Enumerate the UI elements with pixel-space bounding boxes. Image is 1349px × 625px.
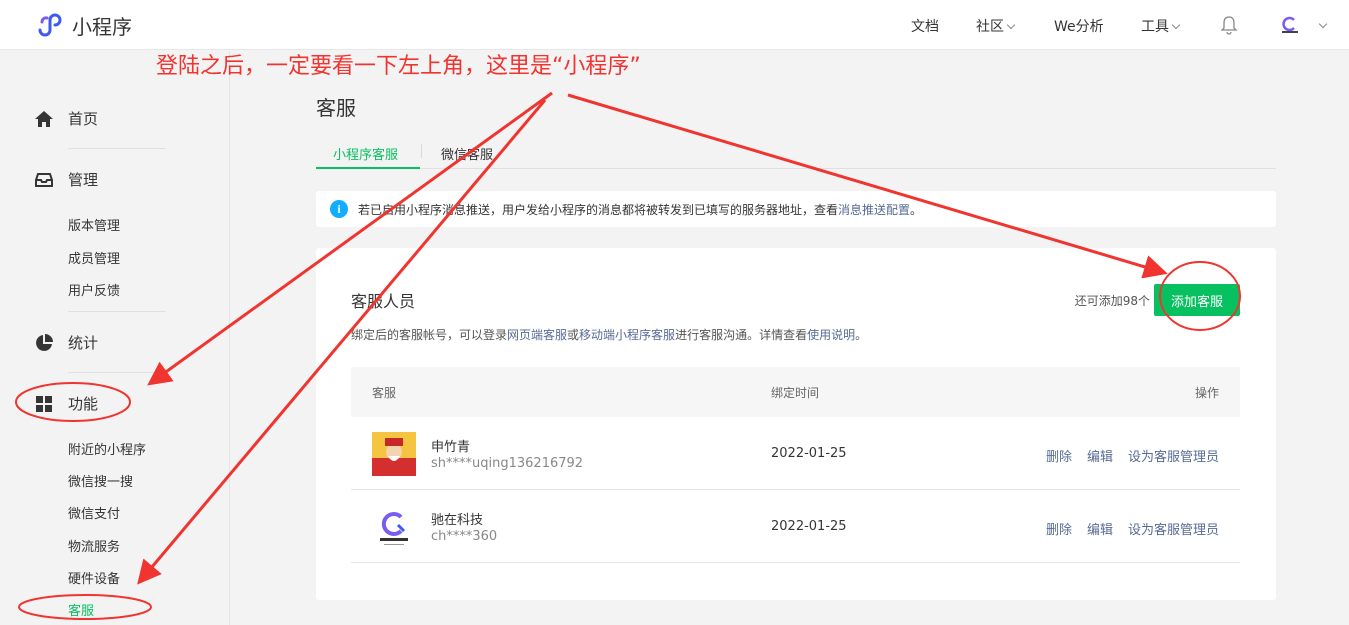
tab-bar: 小程序客服 微信客服 bbox=[316, 138, 1276, 169]
table-row: 申竹青 sh****uqing136216792 2022-01-25 删除 编… bbox=[351, 417, 1240, 490]
nav-we-analysis[interactable]: We分析 bbox=[1054, 16, 1104, 36]
sidebar-item-manage[interactable]: 管理 bbox=[34, 169, 98, 190]
row-name: 驰在科技 bbox=[431, 513, 484, 528]
nav-tools-label: 工具 bbox=[1141, 19, 1169, 35]
cs-table: 客服 绑定时间 操作 申竹青 sh****uqing136216792 2022… bbox=[351, 367, 1240, 563]
page-title: 客服 bbox=[316, 96, 356, 120]
edit-button[interactable]: 编辑 bbox=[1087, 446, 1113, 465]
tab-separator bbox=[421, 144, 422, 158]
header-bind-time: 绑定时间 bbox=[771, 386, 820, 400]
row-actions: 删除 编辑 设为客服管理员 bbox=[1046, 519, 1219, 538]
notice-push-config-link[interactable]: 消息推送配置 bbox=[838, 201, 910, 218]
table-header: 客服 绑定时间 操作 bbox=[351, 367, 1240, 417]
nav-community-label: 社区 bbox=[976, 19, 1004, 35]
nav-tools[interactable]: 工具 bbox=[1141, 16, 1181, 36]
top-bar: 小程序 文档 社区 We分析 工具 bbox=[0, 0, 1349, 50]
delete-button[interactable]: 删除 bbox=[1046, 519, 1072, 538]
sidebar-item-nearby[interactable]: 附近的小程序 bbox=[68, 439, 146, 458]
inbox-icon bbox=[35, 172, 53, 187]
sidebar-item-home[interactable]: 首页 bbox=[34, 108, 98, 129]
app-name: 小程序 bbox=[72, 14, 132, 39]
set-admin-button[interactable]: 设为客服管理员 bbox=[1128, 446, 1219, 465]
info-icon: i bbox=[330, 200, 348, 218]
sidebar-divider bbox=[68, 148, 166, 149]
account-logo-icon bbox=[1282, 16, 1298, 33]
desc-part-4: 。 bbox=[855, 328, 868, 342]
home-icon bbox=[35, 110, 53, 127]
desc-part-3: 进行客服沟通。详情查看 bbox=[675, 328, 808, 342]
card-title: 客服人员 bbox=[351, 292, 416, 311]
web-cs-link[interactable]: 网页端客服 bbox=[507, 328, 567, 342]
active-tab-indicator bbox=[316, 167, 420, 169]
delete-button[interactable]: 删除 bbox=[1046, 446, 1072, 465]
sidebar-divider bbox=[68, 311, 166, 312]
grid-icon bbox=[36, 395, 52, 412]
desc-part-2: 或 bbox=[567, 328, 580, 342]
sidebar-divider bbox=[68, 372, 166, 373]
row-actions: 删除 编辑 设为客服管理员 bbox=[1046, 446, 1219, 465]
table-row: 驰在科技 ch****360 2022-01-25 删除 编辑 设为客服管理员 bbox=[351, 490, 1240, 563]
mobile-cs-link[interactable]: 移动端小程序客服 bbox=[579, 328, 675, 342]
pie-chart-icon bbox=[36, 333, 53, 351]
chevron-down-icon[interactable] bbox=[1318, 19, 1328, 29]
avatar-image-icon bbox=[372, 432, 416, 476]
notice-banner: i 若已启用小程序消息推送，用户发给小程序的消息都将被转发到已填写的服务器地址，… bbox=[316, 191, 1276, 227]
sidebar-item-pay[interactable]: 微信支付 bbox=[68, 503, 120, 522]
sidebar-item-feedback[interactable]: 用户反馈 bbox=[68, 280, 120, 299]
sidebar-item-search[interactable]: 微信搜一搜 bbox=[68, 471, 133, 490]
nav-community[interactable]: 社区 bbox=[976, 16, 1016, 36]
edit-button[interactable]: 编辑 bbox=[1087, 519, 1113, 538]
add-cs-button[interactable]: 添加客服 bbox=[1154, 284, 1240, 316]
avatar bbox=[372, 432, 416, 476]
company-logo-icon bbox=[372, 505, 416, 549]
sidebar-item-customer-service[interactable]: 客服 bbox=[68, 600, 94, 619]
set-admin-button[interactable]: 设为客服管理员 bbox=[1128, 519, 1219, 538]
nav-docs[interactable]: 文档 bbox=[911, 16, 939, 36]
chevron-down-icon bbox=[1171, 20, 1181, 30]
miniprogram-logo-icon bbox=[38, 13, 62, 37]
sidebar-item-members[interactable]: 成员管理 bbox=[68, 248, 120, 267]
account-avatar[interactable] bbox=[1279, 14, 1301, 36]
avatar bbox=[372, 505, 416, 549]
sidebar-item-version[interactable]: 版本管理 bbox=[68, 215, 120, 234]
cs-staff-card: 客服人员 绑定后的客服帐号，可以登录网页端客服或移动端小程序客服进行客服沟通。详… bbox=[316, 248, 1276, 600]
tab-wechat-cs[interactable]: 微信客服 bbox=[441, 144, 493, 163]
usage-guide-link[interactable]: 使用说明 bbox=[807, 328, 855, 342]
row-name: 申竹青 bbox=[431, 440, 471, 455]
sidebar: 首页 管理 版本管理 成员管理 用户反馈 统计 功能 附近的小程序 微信搜一搜 … bbox=[0, 51, 230, 625]
desc-part-1: 绑定后的客服帐号，可以登录 bbox=[351, 328, 508, 342]
row-date: 2022-01-25 bbox=[771, 446, 847, 461]
header-actions: 操作 bbox=[1194, 386, 1219, 400]
sidebar-item-logistics[interactable]: 物流服务 bbox=[68, 536, 120, 555]
sidebar-home-label: 首页 bbox=[68, 110, 99, 128]
sidebar-item-hardware[interactable]: 硬件设备 bbox=[68, 568, 120, 587]
notice-end: 。 bbox=[910, 202, 923, 217]
bell-icon[interactable] bbox=[1220, 15, 1238, 35]
app-logo[interactable]: 小程序 bbox=[34, 10, 132, 40]
sidebar-features-label: 功能 bbox=[68, 395, 99, 413]
sidebar-item-features[interactable]: 功能 bbox=[34, 393, 98, 414]
header-cs: 客服 bbox=[372, 386, 397, 400]
row-account: sh****uqing136216792 bbox=[431, 456, 584, 471]
sidebar-manage-label: 管理 bbox=[68, 171, 99, 189]
tab-miniprogram-cs[interactable]: 小程序客服 bbox=[333, 144, 398, 163]
card-description: 绑定后的客服帐号，可以登录网页端客服或移动端小程序客服进行客服沟通。详情查看使用… bbox=[351, 326, 867, 343]
row-date: 2022-01-25 bbox=[771, 519, 847, 534]
annotation-text: 登陆之后，一定要看一下左上角，这里是“小程序” bbox=[156, 54, 641, 79]
notice-text: 若已启用小程序消息推送，用户发给小程序的消息都将被转发到已填写的服务器地址，查看 bbox=[358, 202, 839, 217]
row-account: ch****360 bbox=[431, 529, 498, 544]
chevron-down-icon bbox=[1006, 20, 1016, 30]
remaining-count: 还可添加98个 bbox=[1074, 294, 1150, 308]
sidebar-stats-label: 统计 bbox=[68, 334, 99, 352]
sidebar-item-stats[interactable]: 统计 bbox=[34, 332, 98, 353]
